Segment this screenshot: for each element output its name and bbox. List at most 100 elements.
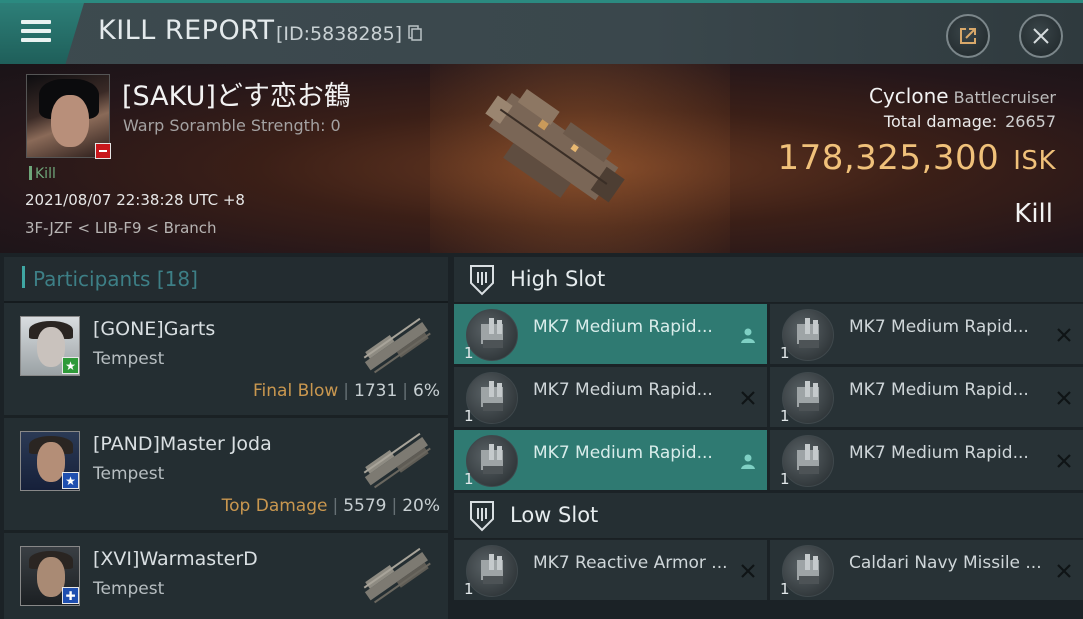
participant-name[interactable]: [XVI]WarmasterD	[93, 548, 258, 570]
module-name: MK7 Medium Rapid...	[849, 380, 1029, 400]
participant-ship-image	[363, 547, 431, 604]
isk-unit: ISK	[1013, 146, 1056, 176]
participant-name[interactable]: [GONE]Garts	[93, 318, 215, 340]
module-item[interactable]: 1 Caldari Navy Missile ...	[770, 540, 1083, 600]
module-quantity: 1	[780, 580, 790, 598]
ship-name[interactable]: Cyclone	[869, 84, 949, 108]
module-quantity: 1	[780, 407, 790, 425]
module-item[interactable]: 1 MK7 Medium Rapid...	[454, 430, 767, 490]
avatar-face	[51, 95, 89, 147]
report-id[interactable]: [ID:5838285]	[276, 23, 422, 45]
fitting-panel: High Slot 1 MK7 Medium Rapid... 1 MK7 Me…	[454, 257, 1083, 619]
module-status	[737, 450, 759, 472]
avatar-face	[37, 557, 65, 597]
kill-location[interactable]: 3F-JZF < LIB-F9 < Branch	[25, 219, 217, 237]
module-item[interactable]: 1 MK7 Medium Rapid...	[770, 430, 1083, 490]
participant-percent: 6%	[413, 381, 440, 401]
module-status	[1053, 450, 1075, 472]
module-status	[1053, 387, 1075, 409]
total-damage-value: 26657	[1005, 112, 1056, 131]
hamburger-icon-bar	[21, 29, 51, 33]
destroyed-x-icon	[741, 391, 755, 405]
close-icon	[1033, 28, 1049, 44]
high-slot-label: High Slot	[510, 267, 606, 291]
total-damage-label: Total damage:	[883, 112, 998, 131]
participants-header[interactable]: Participants [18]	[4, 257, 448, 303]
module-item[interactable]: 1 MK7 Medium Rapid...	[770, 304, 1083, 364]
total-damage: Total damage: 26657	[884, 112, 1056, 131]
participant-row[interactable]: ✚ [XVI]WarmasterD Tempest	[4, 533, 448, 619]
divider: |	[343, 381, 350, 401]
page-title: KILL REPORT	[98, 15, 275, 46]
participant-ship-image	[363, 432, 431, 489]
high-slot-header: High Slot	[454, 257, 1083, 303]
low-slot-icon	[470, 501, 494, 532]
module-quantity: 1	[464, 470, 474, 488]
module-name: MK7 Medium Rapid...	[849, 317, 1029, 337]
module-quantity: 1	[464, 407, 474, 425]
divider: |	[391, 496, 398, 516]
turret-icon	[481, 318, 503, 348]
star-standing-icon: ★	[62, 357, 79, 374]
participants-list: ★ [GONE]Garts Tempest Final Blow | 1731 | 6%	[4, 303, 448, 619]
low-slot-grid: 1 MK7 Reactive Armor ... 1 Caldari Navy …	[454, 540, 1083, 600]
participants-title: Participants	[33, 267, 151, 291]
participant-row[interactable]: ★ [PAND]Master Joda Tempest Top Damage | 5…	[4, 418, 448, 533]
turret-icon	[797, 381, 819, 411]
module-quantity: 1	[464, 344, 474, 362]
divider: |	[402, 381, 409, 401]
destroyed-x-icon	[1057, 328, 1071, 342]
victim-ship-image	[485, 88, 625, 203]
share-button[interactable]	[946, 14, 990, 58]
external-link-icon	[960, 28, 976, 44]
destroyed-x-icon	[1057, 391, 1071, 405]
high-slot-grid: 1 MK7 Medium Rapid... 1 MK7 Medium Rapid…	[454, 304, 1083, 490]
module-quantity: 1	[780, 470, 790, 488]
kill-tag: Kill	[29, 166, 56, 182]
turret-icon	[481, 554, 503, 584]
plus-standing-icon: ✚	[62, 587, 79, 604]
module-item[interactable]: 1 MK7 Medium Rapid...	[454, 367, 767, 427]
participants-label: Participants [18]	[33, 267, 198, 291]
destroyed-x-icon	[1057, 454, 1071, 468]
victim-name[interactable]: [SAKU]どす恋お鶴	[122, 74, 351, 113]
module-icon	[782, 435, 834, 487]
participant-ship-image	[363, 317, 431, 374]
close-button[interactable]	[1019, 14, 1063, 58]
module-item[interactable]: 1 MK7 Medium Rapid...	[454, 304, 767, 364]
high-slot-icon	[470, 265, 494, 296]
report-id-text: [ID:5838285]	[276, 23, 403, 45]
menu-button[interactable]	[0, 3, 84, 64]
module-icon	[782, 545, 834, 597]
divider: |	[332, 496, 339, 516]
participant-ship: Tempest	[93, 349, 165, 369]
top-bar: KILL REPORT [ID:5838285]	[0, 0, 1083, 64]
low-slot-label: Low Slot	[510, 503, 599, 527]
turret-icon	[481, 381, 503, 411]
participant-tag: Final Blow	[253, 381, 339, 401]
turret-icon	[797, 554, 819, 584]
participant-name[interactable]: [PAND]Master Joda	[93, 433, 272, 455]
ship-info: Cyclone Battlecruiser	[869, 84, 1056, 108]
module-status	[737, 324, 759, 346]
module-status	[1053, 324, 1075, 346]
module-name: MK7 Medium Rapid...	[533, 317, 713, 337]
participant-damage: 1731	[354, 381, 398, 401]
warp-scramble-text: Warp Soramble Strength: 0	[123, 116, 341, 135]
participants-count: [18]	[156, 267, 198, 291]
module-name: MK7 Medium Rapid...	[533, 380, 713, 400]
module-name: MK7 Medium Rapid...	[849, 443, 1029, 463]
dropped-person-icon	[741, 328, 755, 343]
module-quantity: 1	[780, 344, 790, 362]
module-item[interactable]: 1 MK7 Medium Rapid...	[770, 367, 1083, 427]
module-icon	[466, 435, 518, 487]
module-item[interactable]: 1 MK7 Reactive Armor ...	[454, 540, 767, 600]
participant-ship: Tempest	[93, 464, 165, 484]
destroyed-x-icon	[1057, 564, 1071, 578]
participant-row[interactable]: ★ [GONE]Garts Tempest Final Blow | 1731 | 6%	[4, 303, 448, 418]
module-name: MK7 Medium Rapid...	[533, 443, 713, 463]
module-name: MK7 Reactive Armor ...	[533, 553, 728, 573]
turret-icon	[481, 444, 503, 474]
copy-icon[interactable]	[408, 25, 422, 41]
module-status	[737, 560, 759, 582]
